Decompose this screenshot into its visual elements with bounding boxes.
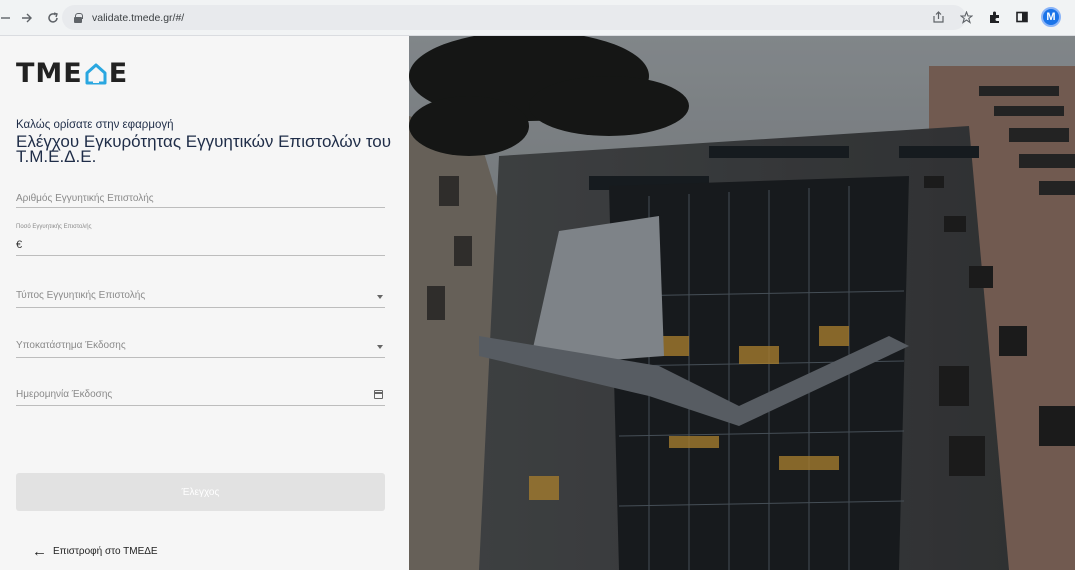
calendar-icon[interactable] [374,390,383,399]
issue-date-placeholder: Ημερομηνία Έκδοσης [16,389,113,400]
house-icon [85,62,107,85]
amount-currency: € [16,239,23,251]
letter-number-placeholder: Αριθμός Εγγυητικής Επιστολής [16,193,154,204]
letter-type-select[interactable]: Τύπος Εγγυητικής Επιστολής [16,284,385,308]
bookmark-star-icon[interactable] [957,8,975,26]
issue-date-field[interactable]: Ημερομηνία Έκδοσης [16,382,385,406]
reload-icon[interactable] [42,7,64,29]
logo-text-left: TME [16,57,83,89]
extensions-icon[interactable] [985,8,1003,26]
letter-number-field[interactable]: Αριθμός Εγγυητικής Επιστολής [16,184,385,208]
lock-icon [74,12,83,23]
address-bar[interactable]: validate.tmede.gr/#/ [62,5,966,30]
welcome-text: Καλώς ορίσατε στην εφαρμογή [16,119,174,131]
back-link-label: Επιστροφή στο ΤΜΕΔΕ [53,546,158,557]
chevron-down-icon [377,295,383,299]
amount-field[interactable]: Ποσό Εγγυητικής Επιστολής € [16,224,385,256]
share-icon[interactable] [929,8,947,26]
side-panel-icon[interactable] [1013,8,1031,26]
check-button[interactable]: Έλεγχος [16,473,385,511]
amount-label: Ποσό Εγγυητικής Επιστολής [16,224,92,230]
building-illustration [409,36,1075,570]
forward-icon[interactable] [16,7,38,29]
app-window: validate.tmede.gr/#/ M TME E Καλώς ορίσα… [0,0,1075,570]
profile-avatar[interactable]: M [1041,7,1061,27]
page-title: Ελέγχου Εγκυρότητας Εγγυητικών Επιστολών… [16,132,392,166]
arrow-left-icon: ← [32,543,47,560]
logo-text-right: E [108,57,129,89]
building-photo [409,36,1075,570]
browser-actions: M [929,7,1061,27]
browser-toolbar: validate.tmede.gr/#/ M [0,0,1075,36]
branch-select[interactable]: Υποκατάστημα Έκδοσης [16,334,385,358]
back-to-tmede-link[interactable]: ← Επιστροφή στο ΤΜΕΔΕ [32,543,158,560]
tmede-logo[interactable]: TME E [16,57,129,89]
letter-type-placeholder: Τύπος Εγγυητικής Επιστολής [16,290,146,301]
form-panel: TME E Καλώς ορίσατε στην εφαρμογή Ελέγχο… [0,36,409,570]
url-text: validate.tmede.gr/#/ [92,11,185,24]
chevron-down-icon [377,345,383,349]
branch-placeholder: Υποκατάστημα Έκδοσης [16,340,126,351]
back-icon[interactable] [0,7,12,29]
